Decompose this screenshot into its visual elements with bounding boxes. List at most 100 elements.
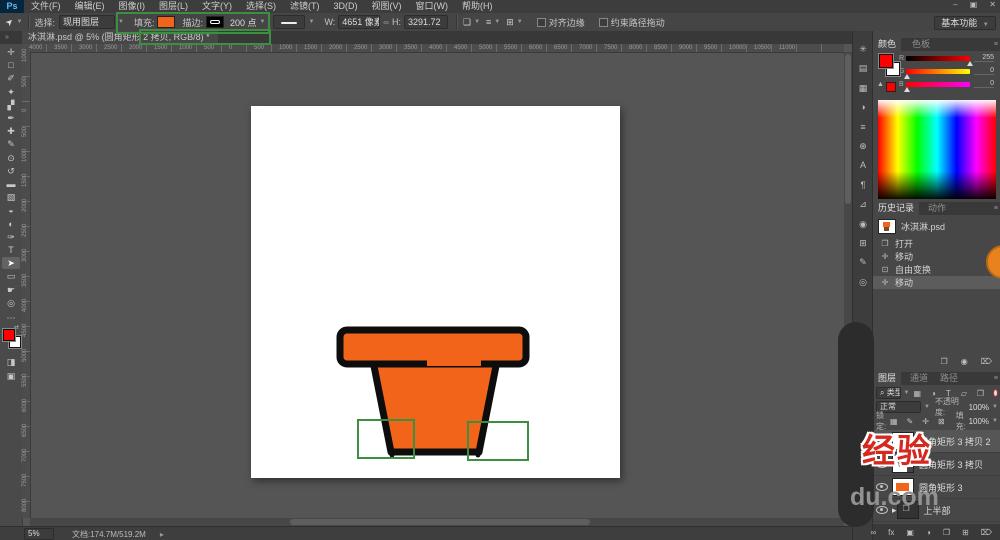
tool-preset-caret-icon[interactable]: ▼: [17, 19, 23, 25]
select-dropdown[interactable]: 现用图层: [59, 15, 115, 29]
quick-mask-button[interactable]: ◨: [2, 356, 20, 368]
timeline-panel-icon[interactable]: ⊿: [856, 198, 870, 211]
delete-layer-icon[interactable]: ⌦: [981, 528, 992, 537]
stroke-style-dropdown[interactable]: [273, 15, 305, 29]
opacity-caret-icon[interactable]: ▼: [992, 404, 998, 410]
menu-item-1[interactable]: 编辑(E): [68, 0, 112, 13]
history-step-3[interactable]: ✛移动: [873, 276, 1000, 289]
crop-tool[interactable]: ▞: [2, 99, 20, 111]
screen-mode-button[interactable]: ▣: [2, 370, 20, 382]
layer-mask-icon[interactable]: ▣: [906, 528, 914, 537]
history-step-1[interactable]: ✛移动: [873, 250, 1000, 263]
eyedropper-tool[interactable]: ✒: [2, 112, 20, 124]
status-arrow-icon[interactable]: ▸: [160, 530, 164, 539]
layer-filter-caret-icon[interactable]: ▼: [904, 390, 910, 396]
history-step-2[interactable]: ⊡自由变换: [873, 263, 1000, 276]
link-dimensions-icon[interactable]: ∞: [383, 18, 389, 27]
tab-paths[interactable]: 路径: [935, 372, 963, 385]
path-selection-tool[interactable]: ➤: [2, 257, 20, 269]
tab-actions[interactable]: 动作: [923, 202, 951, 215]
gradient-tool[interactable]: ▧: [2, 191, 20, 203]
new-snapshot-icon[interactable]: ◉: [961, 357, 968, 366]
tab-layers[interactable]: 图层: [873, 372, 901, 385]
minimize-button[interactable]: ‒: [953, 0, 957, 9]
healing-brush-tool[interactable]: ✚: [2, 125, 20, 137]
pen-tool[interactable]: ✑: [2, 231, 20, 243]
channel-slider-B[interactable]: [906, 82, 970, 87]
layer-effects-icon[interactable]: fx: [888, 528, 894, 537]
info-panel-icon[interactable]: ◉: [856, 218, 870, 231]
blend-mode-caret-icon[interactable]: ▼: [924, 404, 930, 410]
layer-group-icon[interactable]: ❐: [943, 528, 950, 537]
layer-filter-toggle[interactable]: [993, 389, 998, 397]
channel-knob-R[interactable]: [967, 61, 973, 66]
menu-item-8[interactable]: 视图(V): [365, 0, 409, 13]
marquee-tool[interactable]: □: [2, 59, 20, 71]
menu-item-10[interactable]: 帮助(H): [455, 0, 500, 13]
restore-button[interactable]: ▣: [970, 0, 978, 9]
channel-slider-R[interactable]: [906, 56, 970, 61]
history-panel-menu-icon[interactable]: ≡: [994, 205, 998, 212]
color-spectrum-ramp[interactable]: [878, 100, 996, 199]
move-tool[interactable]: ✛: [2, 46, 20, 58]
align-edges-checkbox[interactable]: [537, 18, 546, 27]
color-panel-menu-icon[interactable]: ≡: [994, 41, 998, 48]
gamut-warning-icon[interactable]: ▲: [877, 81, 884, 88]
notes-panel-icon[interactable]: ✎: [856, 256, 870, 269]
menu-item-7[interactable]: 3D(D): [327, 0, 365, 13]
link-layers-icon[interactable]: ∞: [870, 528, 876, 537]
path-alignment-icon[interactable]: ≡: [486, 17, 491, 27]
swatches-panel-icon[interactable]: ▦: [856, 82, 870, 95]
zoom-level-field[interactable]: 5%: [24, 528, 54, 540]
path-alignment-caret-icon[interactable]: ▼: [494, 19, 500, 25]
new-document-from-state-icon[interactable]: ❐: [941, 357, 948, 366]
path-arrangement-icon[interactable]: ⊞: [506, 17, 514, 28]
toolbar-collapse-icon[interactable]: »: [5, 34, 9, 41]
adjustments-panel-icon[interactable]: ✳: [856, 43, 870, 56]
blur-tool[interactable]: ◒: [2, 204, 20, 216]
adjustment-layer-icon[interactable]: ◑: [926, 528, 931, 537]
close-button[interactable]: ✕: [989, 0, 996, 9]
path-operations-caret-icon[interactable]: ▼: [474, 19, 480, 25]
dodge-tool[interactable]: ◐: [2, 218, 20, 230]
menu-item-0[interactable]: 文件(F): [24, 0, 68, 13]
fill-opacity-value[interactable]: 100%: [969, 417, 989, 426]
masks-panel-icon[interactable]: ◑: [856, 101, 870, 114]
menu-item-9[interactable]: 窗口(W): [409, 0, 456, 13]
workspace-switcher[interactable]: 基本功能 ▼: [934, 16, 996, 30]
stroke-style-caret-icon[interactable]: ▼: [308, 19, 314, 25]
properties-panel-icon[interactable]: ≡: [856, 121, 870, 134]
opacity-value[interactable]: 100%: [969, 403, 989, 412]
channel-value-B[interactable]: 0: [974, 80, 994, 88]
lasso-tool[interactable]: ✐: [2, 72, 20, 84]
edit-toolbar-icon[interactable]: ⋯: [2, 312, 20, 324]
color-foreground-swatch[interactable]: [879, 54, 893, 68]
channel-value-G[interactable]: 0: [974, 67, 994, 75]
zoom-tool[interactable]: ◎: [2, 297, 20, 309]
tab-history[interactable]: 历史记录: [873, 202, 919, 215]
quick-selection-tool[interactable]: ✦: [2, 86, 20, 98]
delete-state-icon[interactable]: ⌦: [981, 357, 992, 366]
hand-tool[interactable]: ☛: [2, 284, 20, 296]
styles-panel-icon[interactable]: ▤: [856, 62, 870, 75]
new-layer-icon[interactable]: ⊞: [962, 528, 969, 537]
paragraph-panel-icon[interactable]: ¶: [856, 179, 870, 192]
tab-channels[interactable]: 通道: [905, 372, 933, 385]
eraser-tool[interactable]: ▬: [2, 178, 20, 190]
tab-color[interactable]: 颜色: [873, 38, 901, 51]
lock-all-icon[interactable]: ⊠: [938, 417, 945, 426]
tab-swatches[interactable]: 色板: [907, 38, 935, 51]
type-tool[interactable]: T: [2, 244, 20, 256]
brush-tool[interactable]: ✎: [2, 138, 20, 150]
filter-smart-objects-icon[interactable]: ❐: [977, 389, 984, 398]
channel-knob-B[interactable]: [904, 87, 910, 92]
gamut-swatch[interactable]: [886, 82, 896, 92]
channel-value-R[interactable]: 255: [974, 54, 994, 62]
layers-panel-menu-icon[interactable]: ≡: [994, 375, 998, 382]
channel-slider-G[interactable]: [906, 69, 970, 74]
history-step-0[interactable]: ❐打开: [873, 237, 1000, 250]
fill-opacity-caret-icon[interactable]: ▼: [992, 418, 998, 424]
layer-filter-dropdown[interactable]: ⌕ 类型: [876, 387, 901, 399]
character-panel-icon[interactable]: A: [856, 159, 870, 172]
navigator-panel-icon[interactable]: ⊞: [856, 237, 870, 250]
